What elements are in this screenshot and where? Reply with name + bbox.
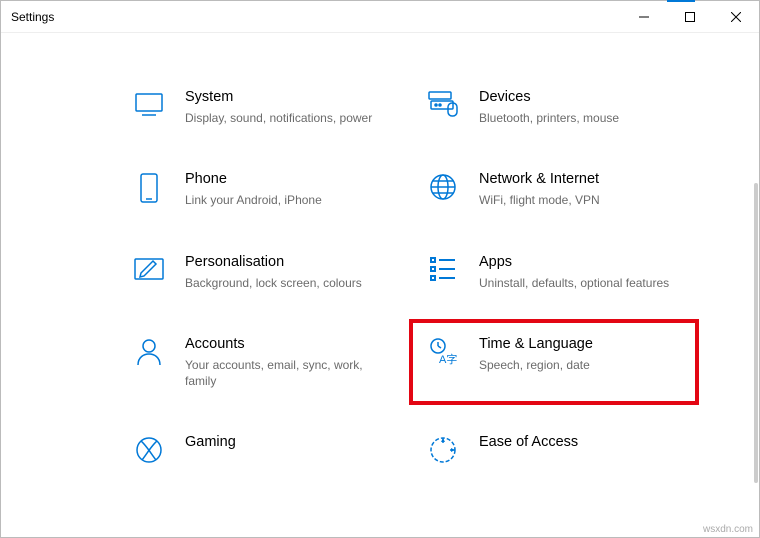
tile-devices[interactable]: Devices Bluetooth, printers, mouse — [425, 88, 679, 126]
tile-ease-of-access[interactable]: Ease of Access — [425, 433, 679, 465]
scrollbar[interactable] — [754, 183, 758, 483]
watermark: wsxdn.com — [703, 524, 753, 535]
paintbrush-icon — [131, 253, 167, 283]
tile-accounts[interactable]: Accounts Your accounts, email, sync, wor… — [131, 335, 385, 390]
tile-title: Phone — [185, 170, 385, 188]
tile-desc: Display, sound, notifications, power — [185, 110, 385, 126]
close-button[interactable] — [713, 1, 759, 33]
tile-title: Devices — [479, 88, 679, 106]
content-area: System Display, sound, notifications, po… — [1, 33, 759, 537]
window-accent-bar — [667, 0, 695, 2]
tile-desc: WiFi, flight mode, VPN — [479, 192, 679, 208]
tile-desc: Link your Android, iPhone — [185, 192, 385, 208]
tile-network[interactable]: Network & Internet WiFi, flight mode, VP… — [425, 170, 679, 208]
apps-list-icon — [425, 253, 461, 283]
tile-apps[interactable]: Apps Uninstall, defaults, optional featu… — [425, 253, 679, 291]
maximize-button[interactable] — [667, 1, 713, 33]
tile-desc: Uninstall, defaults, optional features — [479, 275, 679, 291]
minimize-button[interactable] — [621, 1, 667, 33]
system-icon — [131, 88, 167, 118]
tile-title: Time & Language — [479, 335, 679, 353]
window-controls — [621, 1, 759, 33]
titlebar: Settings — [1, 1, 759, 33]
ease-of-access-icon — [425, 433, 461, 465]
tile-system[interactable]: System Display, sound, notifications, po… — [131, 88, 385, 126]
maximize-icon — [685, 12, 695, 22]
svg-text:A字: A字 — [439, 352, 457, 366]
devices-icon — [425, 88, 461, 118]
globe-icon — [425, 170, 461, 202]
tile-time-language[interactable]: A字 Time & Language Speech, region, date — [411, 321, 697, 404]
tile-desc: Bluetooth, printers, mouse — [479, 110, 679, 126]
minimize-icon — [639, 12, 649, 22]
tile-title: Gaming — [185, 433, 385, 451]
tile-title: Ease of Access — [479, 433, 679, 451]
tile-title: Accounts — [185, 335, 385, 353]
tile-personalisation[interactable]: Personalisation Background, lock screen,… — [131, 253, 385, 291]
close-icon — [731, 12, 741, 22]
phone-icon — [131, 170, 167, 204]
tile-title: Network & Internet — [479, 170, 679, 188]
time-language-icon: A字 — [425, 335, 461, 367]
person-icon — [131, 335, 167, 367]
xbox-icon — [131, 433, 167, 465]
tile-title: Apps — [479, 253, 679, 271]
tile-desc: Speech, region, date — [479, 357, 679, 373]
tile-title: Personalisation — [185, 253, 385, 271]
tile-phone[interactable]: Phone Link your Android, iPhone — [131, 170, 385, 208]
settings-grid: System Display, sound, notifications, po… — [1, 33, 759, 475]
tile-gaming[interactable]: Gaming — [131, 433, 385, 465]
window-title: Settings — [11, 10, 621, 24]
tile-desc: Background, lock screen, colours — [185, 275, 385, 291]
tile-title: System — [185, 88, 385, 106]
tile-desc: Your accounts, email, sync, work, family — [185, 357, 385, 389]
